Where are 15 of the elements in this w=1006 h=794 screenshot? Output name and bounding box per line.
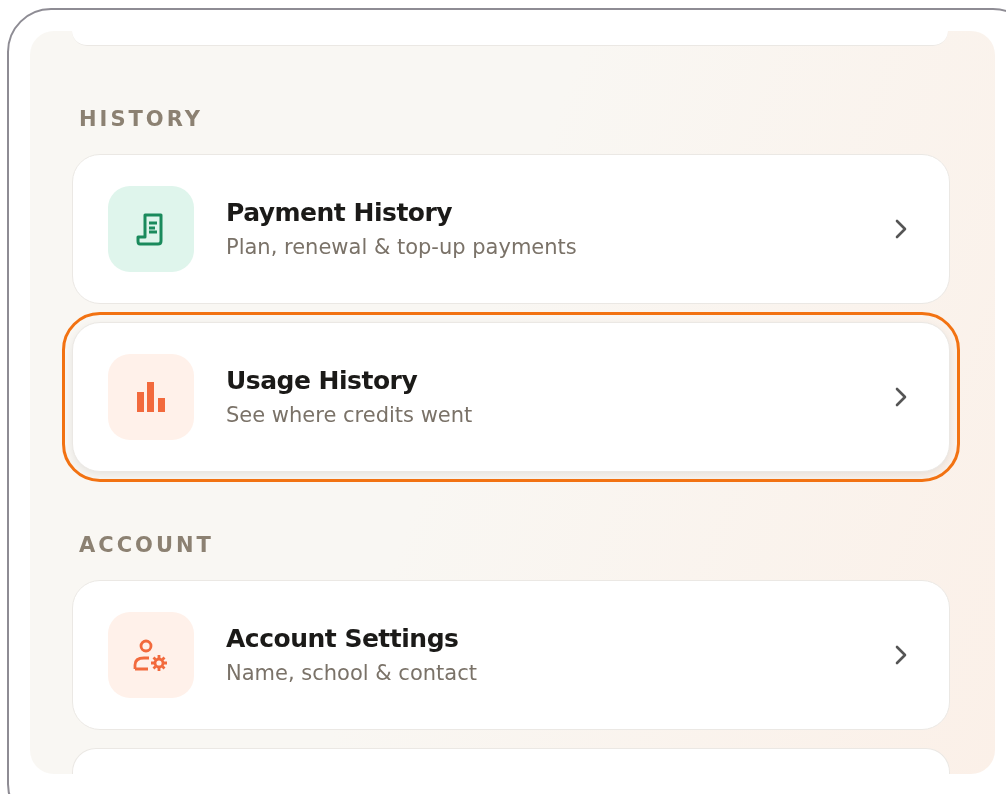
section-heading: ACCOUNT bbox=[79, 532, 214, 557]
item-title: Payment History bbox=[226, 198, 454, 228]
user-settings-icon bbox=[132, 638, 170, 671]
item-description: Plan, renewal & top-up payments bbox=[226, 235, 578, 260]
item-description: See where credits went bbox=[226, 403, 474, 428]
item-description: Name, school & contact bbox=[226, 661, 478, 686]
chevron-right-icon bbox=[895, 218, 907, 239]
bar-chart-icon bbox=[135, 381, 167, 412]
menu-item[interactable]: Payment History Plan, renewal & top-up payments bbox=[72, 153, 950, 304]
item-title: Usage History bbox=[226, 366, 419, 396]
chevron-right-icon bbox=[895, 644, 907, 665]
item-title: Account Settings bbox=[226, 624, 460, 654]
section-heading: HISTORY bbox=[79, 106, 203, 131]
menu-item[interactable]: Account Settings Name, school & contact bbox=[72, 579, 950, 730]
chevron-right-icon bbox=[895, 386, 907, 407]
